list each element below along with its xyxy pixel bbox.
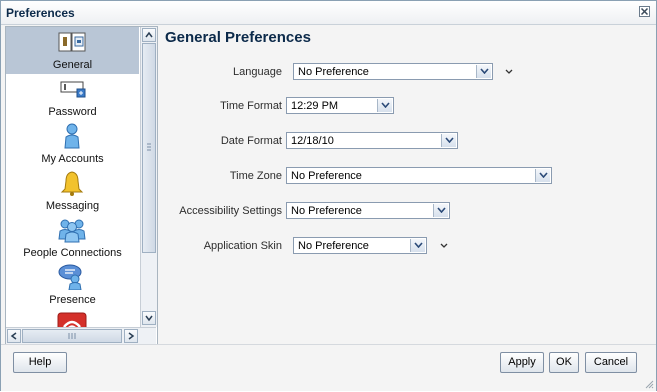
dialog-title: Preferences bbox=[6, 6, 75, 20]
chevron-down-icon bbox=[535, 169, 550, 182]
scroll-right-button[interactable] bbox=[124, 329, 138, 343]
sidebar-horizontal-scrollbar[interactable] bbox=[6, 327, 156, 344]
sidebar-item-label: General bbox=[52, 59, 93, 71]
ok-button[interactable]: OK bbox=[549, 352, 579, 373]
sidebar-item-label: Password bbox=[48, 106, 97, 118]
cancel-button[interactable]: Cancel bbox=[585, 352, 637, 373]
chevron-down-icon bbox=[441, 134, 456, 147]
date-format-select[interactable]: 12/18/10 bbox=[286, 132, 458, 149]
time-zone-select[interactable]: No Preference bbox=[286, 167, 552, 184]
accessibility-settings-label: Accessibility Settings bbox=[179, 205, 282, 217]
language-select[interactable]: No Preference bbox=[293, 63, 493, 80]
bell-icon bbox=[57, 170, 87, 196]
chevron-down-icon bbox=[433, 204, 448, 217]
person-icon bbox=[57, 123, 87, 149]
password-icon bbox=[57, 76, 87, 102]
sidebar-item-label: Presence bbox=[49, 294, 96, 306]
language-options-chevron-icon[interactable] bbox=[504, 67, 514, 77]
people-icon bbox=[57, 217, 87, 243]
language-label: Language bbox=[233, 66, 282, 78]
scroll-down-button[interactable] bbox=[142, 311, 156, 325]
time-zone-label: Time Zone bbox=[229, 170, 282, 182]
general-settings-icon bbox=[57, 29, 87, 55]
chevron-down-icon bbox=[410, 239, 425, 252]
page-title: General Preferences bbox=[165, 29, 311, 46]
sidebar-item-label: Messaging bbox=[45, 200, 100, 212]
presence-icon bbox=[57, 264, 87, 291]
date-format-label: Date Format bbox=[220, 135, 282, 147]
horizontal-scroll-thumb[interactable] bbox=[22, 329, 122, 343]
dialog-footer: Help Apply OK Cancel bbox=[1, 344, 656, 391]
time-format-select[interactable]: 12:29 PM bbox=[286, 97, 394, 114]
sidebar-item-messaging[interactable]: Messaging bbox=[6, 168, 139, 215]
sidebar-item-presence[interactable]: Presence bbox=[6, 262, 139, 309]
application-skin-label: Application Skin bbox=[203, 240, 282, 252]
application-skin-options-chevron-icon[interactable] bbox=[439, 241, 449, 251]
scroll-left-button[interactable] bbox=[7, 329, 21, 343]
accessibility-settings-select[interactable]: No Preference bbox=[286, 202, 450, 219]
help-button[interactable]: Help bbox=[13, 352, 67, 373]
close-icon[interactable] bbox=[639, 6, 650, 17]
sidebar-item-label: My Accounts bbox=[41, 153, 104, 165]
sidebar-item-label: People Connections bbox=[23, 247, 122, 259]
scroll-up-button[interactable] bbox=[142, 28, 156, 42]
apply-button[interactable]: Apply bbox=[500, 352, 544, 373]
sidebar-item-my-accounts[interactable]: My Accounts bbox=[6, 121, 139, 168]
chevron-down-icon bbox=[377, 99, 392, 112]
application-skin-select[interactable]: No Preference bbox=[293, 237, 427, 254]
chevron-down-icon bbox=[476, 65, 491, 78]
preferences-dialog: Preferences General Password My Accounts… bbox=[0, 0, 657, 391]
time-format-label: Time Format bbox=[220, 100, 282, 112]
feed-icon bbox=[57, 311, 87, 327]
resize-grip-icon[interactable] bbox=[644, 379, 654, 389]
sidebar-item-partial[interactable] bbox=[6, 309, 139, 327]
sidebar-item-people-connections[interactable]: People Connections bbox=[6, 215, 139, 262]
sidebar-item-password[interactable]: Password bbox=[6, 74, 139, 121]
title-bar: Preferences bbox=[1, 1, 656, 25]
sidebar-item-general[interactable]: General bbox=[6, 27, 139, 74]
